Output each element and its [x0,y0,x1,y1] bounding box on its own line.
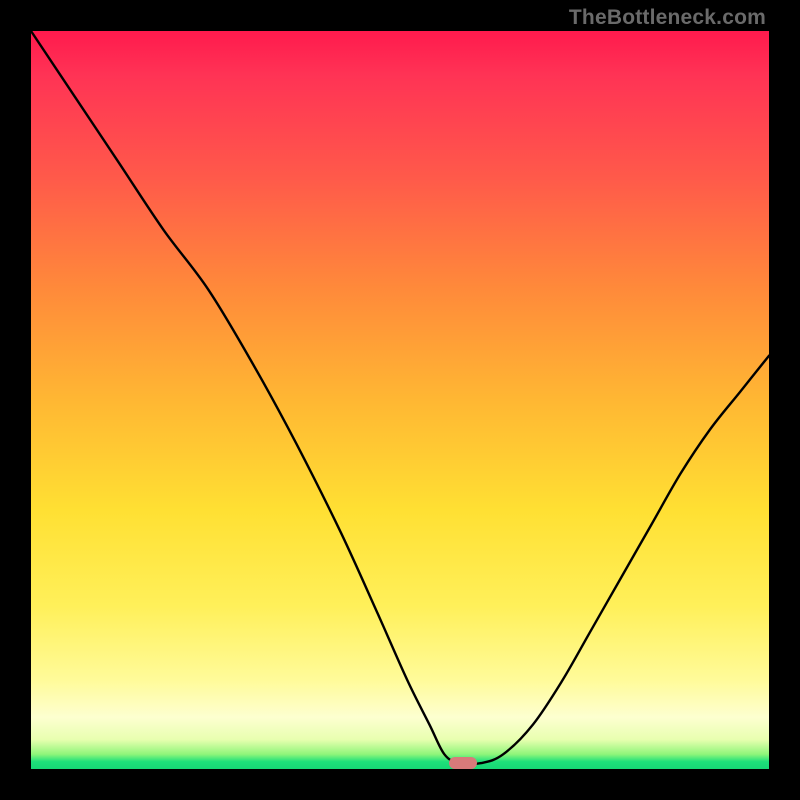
outer-frame: TheBottleneck.com [0,0,800,800]
bottleneck-curve [31,31,769,769]
optimal-marker [449,757,477,769]
watermark-text: TheBottleneck.com [569,6,766,30]
